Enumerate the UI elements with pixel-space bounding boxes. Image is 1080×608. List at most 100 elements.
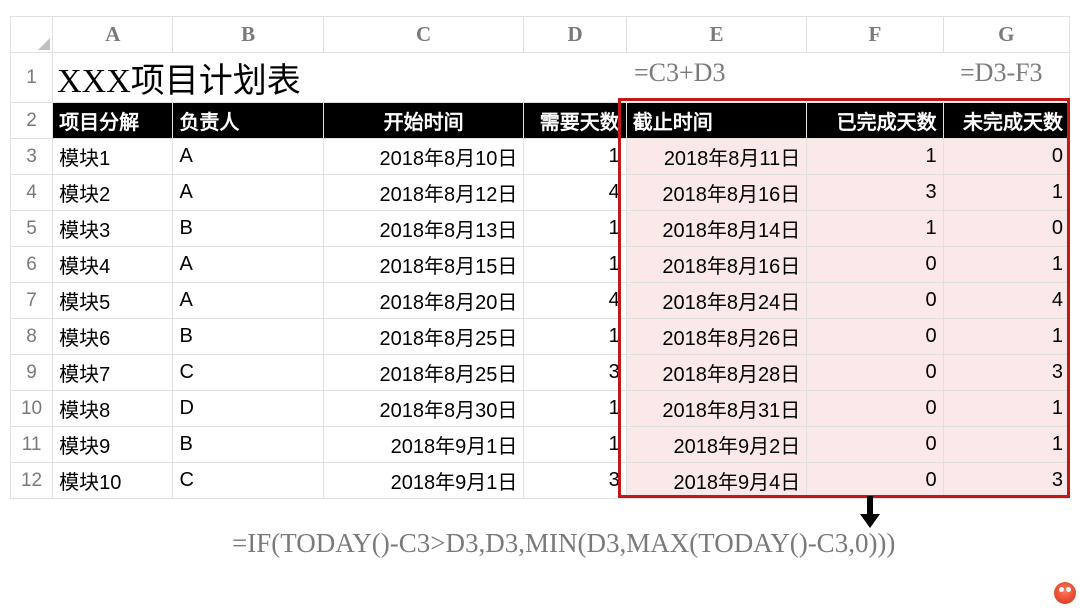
row-header-4[interactable]: 4: [11, 175, 53, 211]
cell-start[interactable]: 2018年8月15日: [323, 247, 524, 283]
cell-days-needed[interactable]: 1: [524, 427, 626, 463]
cell-project[interactable]: 模块7: [53, 355, 173, 391]
cell-start[interactable]: 2018年8月13日: [323, 211, 524, 247]
cell-deadline[interactable]: 2018年8月26日: [626, 319, 807, 355]
cell-deadline[interactable]: 2018年8月14日: [626, 211, 807, 247]
cell-days-done[interactable]: 3: [807, 175, 943, 211]
cell-start[interactable]: 2018年8月20日: [323, 283, 524, 319]
page-title[interactable]: XXX项目计划表: [53, 53, 1070, 103]
cell-days-left[interactable]: 0: [943, 211, 1069, 247]
cell-days-needed[interactable]: 1: [524, 319, 626, 355]
grid-table: A B C D E F G 1 XXX项目计划表 2 项目分解 负责人 开始时间…: [10, 16, 1070, 499]
th-project[interactable]: 项目分解: [53, 103, 173, 139]
cell-start[interactable]: 2018年9月1日: [323, 427, 524, 463]
row-header-6[interactable]: 6: [11, 247, 53, 283]
row-header-12[interactable]: 12: [11, 463, 53, 499]
table-row: 6模块4A2018年8月15日12018年8月16日01: [11, 247, 1070, 283]
cell-start[interactable]: 2018年8月25日: [323, 319, 524, 355]
cell-project[interactable]: 模块5: [53, 283, 173, 319]
cell-project[interactable]: 模块4: [53, 247, 173, 283]
row-header-3[interactable]: 3: [11, 139, 53, 175]
cell-project[interactable]: 模块10: [53, 463, 173, 499]
cell-deadline[interactable]: 2018年9月2日: [626, 427, 807, 463]
row-header-1[interactable]: 1: [11, 53, 53, 103]
cell-days-left[interactable]: 1: [943, 391, 1069, 427]
cell-days-done[interactable]: 0: [807, 247, 943, 283]
row-header-9[interactable]: 9: [11, 355, 53, 391]
cell-deadline[interactable]: 2018年8月28日: [626, 355, 807, 391]
cell-deadline[interactable]: 2018年8月24日: [626, 283, 807, 319]
cell-owner[interactable]: B: [173, 211, 323, 247]
cell-days-needed[interactable]: 3: [524, 463, 626, 499]
cell-deadline[interactable]: 2018年8月31日: [626, 391, 807, 427]
col-header-C[interactable]: C: [323, 17, 524, 53]
cell-days-left[interactable]: 1: [943, 427, 1069, 463]
row-header-2[interactable]: 2: [11, 103, 53, 139]
cell-days-done[interactable]: 0: [807, 319, 943, 355]
row-header-5[interactable]: 5: [11, 211, 53, 247]
col-header-D[interactable]: D: [524, 17, 626, 53]
th-days-done[interactable]: 已完成天数: [807, 103, 943, 139]
th-days-left[interactable]: 未完成天数: [943, 103, 1069, 139]
cell-days-left[interactable]: 3: [943, 463, 1069, 499]
cell-days-needed[interactable]: 3: [524, 355, 626, 391]
cell-days-needed[interactable]: 1: [524, 391, 626, 427]
cell-days-left[interactable]: 1: [943, 175, 1069, 211]
cell-days-left[interactable]: 0: [943, 139, 1069, 175]
cell-owner[interactable]: A: [173, 283, 323, 319]
col-header-F[interactable]: F: [807, 17, 943, 53]
cell-days-left[interactable]: 3: [943, 355, 1069, 391]
cell-start[interactable]: 2018年9月1日: [323, 463, 524, 499]
cell-days-done[interactable]: 0: [807, 427, 943, 463]
cell-deadline[interactable]: 2018年8月11日: [626, 139, 807, 175]
cell-days-needed[interactable]: 4: [524, 283, 626, 319]
cell-project[interactable]: 模块8: [53, 391, 173, 427]
cell-deadline[interactable]: 2018年9月4日: [626, 463, 807, 499]
cell-days-done[interactable]: 0: [807, 391, 943, 427]
cell-owner[interactable]: A: [173, 175, 323, 211]
col-header-B[interactable]: B: [173, 17, 323, 53]
cell-days-left[interactable]: 4: [943, 283, 1069, 319]
th-days-needed[interactable]: 需要天数: [524, 103, 626, 139]
cell-project[interactable]: 模块2: [53, 175, 173, 211]
cell-deadline[interactable]: 2018年8月16日: [626, 247, 807, 283]
cell-days-needed[interactable]: 4: [524, 175, 626, 211]
cell-days-done[interactable]: 1: [807, 139, 943, 175]
cell-start[interactable]: 2018年8月30日: [323, 391, 524, 427]
row-header-11[interactable]: 11: [11, 427, 53, 463]
cell-owner[interactable]: C: [173, 463, 323, 499]
cell-days-needed[interactable]: 1: [524, 247, 626, 283]
row-header-10[interactable]: 10: [11, 391, 53, 427]
cell-start[interactable]: 2018年8月12日: [323, 175, 524, 211]
cell-days-done[interactable]: 0: [807, 283, 943, 319]
cell-owner[interactable]: D: [173, 391, 323, 427]
th-deadline[interactable]: 截止时间: [626, 103, 807, 139]
cell-days-left[interactable]: 1: [943, 247, 1069, 283]
cell-project[interactable]: 模块6: [53, 319, 173, 355]
col-header-E[interactable]: E: [626, 17, 807, 53]
cell-owner[interactable]: A: [173, 247, 323, 283]
cell-days-done[interactable]: 0: [807, 355, 943, 391]
col-header-A[interactable]: A: [53, 17, 173, 53]
cell-days-done[interactable]: 1: [807, 211, 943, 247]
cell-project[interactable]: 模块3: [53, 211, 173, 247]
select-all-corner[interactable]: [11, 17, 53, 53]
row-header-7[interactable]: 7: [11, 283, 53, 319]
cell-days-needed[interactable]: 1: [524, 139, 626, 175]
th-start[interactable]: 开始时间: [323, 103, 524, 139]
cell-days-left[interactable]: 1: [943, 319, 1069, 355]
cell-start[interactable]: 2018年8月25日: [323, 355, 524, 391]
cell-owner[interactable]: C: [173, 355, 323, 391]
cell-deadline[interactable]: 2018年8月16日: [626, 175, 807, 211]
cell-owner[interactable]: B: [173, 319, 323, 355]
cell-owner[interactable]: A: [173, 139, 323, 175]
cell-days-done[interactable]: 0: [807, 463, 943, 499]
cell-owner[interactable]: B: [173, 427, 323, 463]
cell-start[interactable]: 2018年8月10日: [323, 139, 524, 175]
th-owner[interactable]: 负责人: [173, 103, 323, 139]
cell-project[interactable]: 模块9: [53, 427, 173, 463]
cell-days-needed[interactable]: 1: [524, 211, 626, 247]
col-header-G[interactable]: G: [943, 17, 1069, 53]
cell-project[interactable]: 模块1: [53, 139, 173, 175]
row-header-8[interactable]: 8: [11, 319, 53, 355]
